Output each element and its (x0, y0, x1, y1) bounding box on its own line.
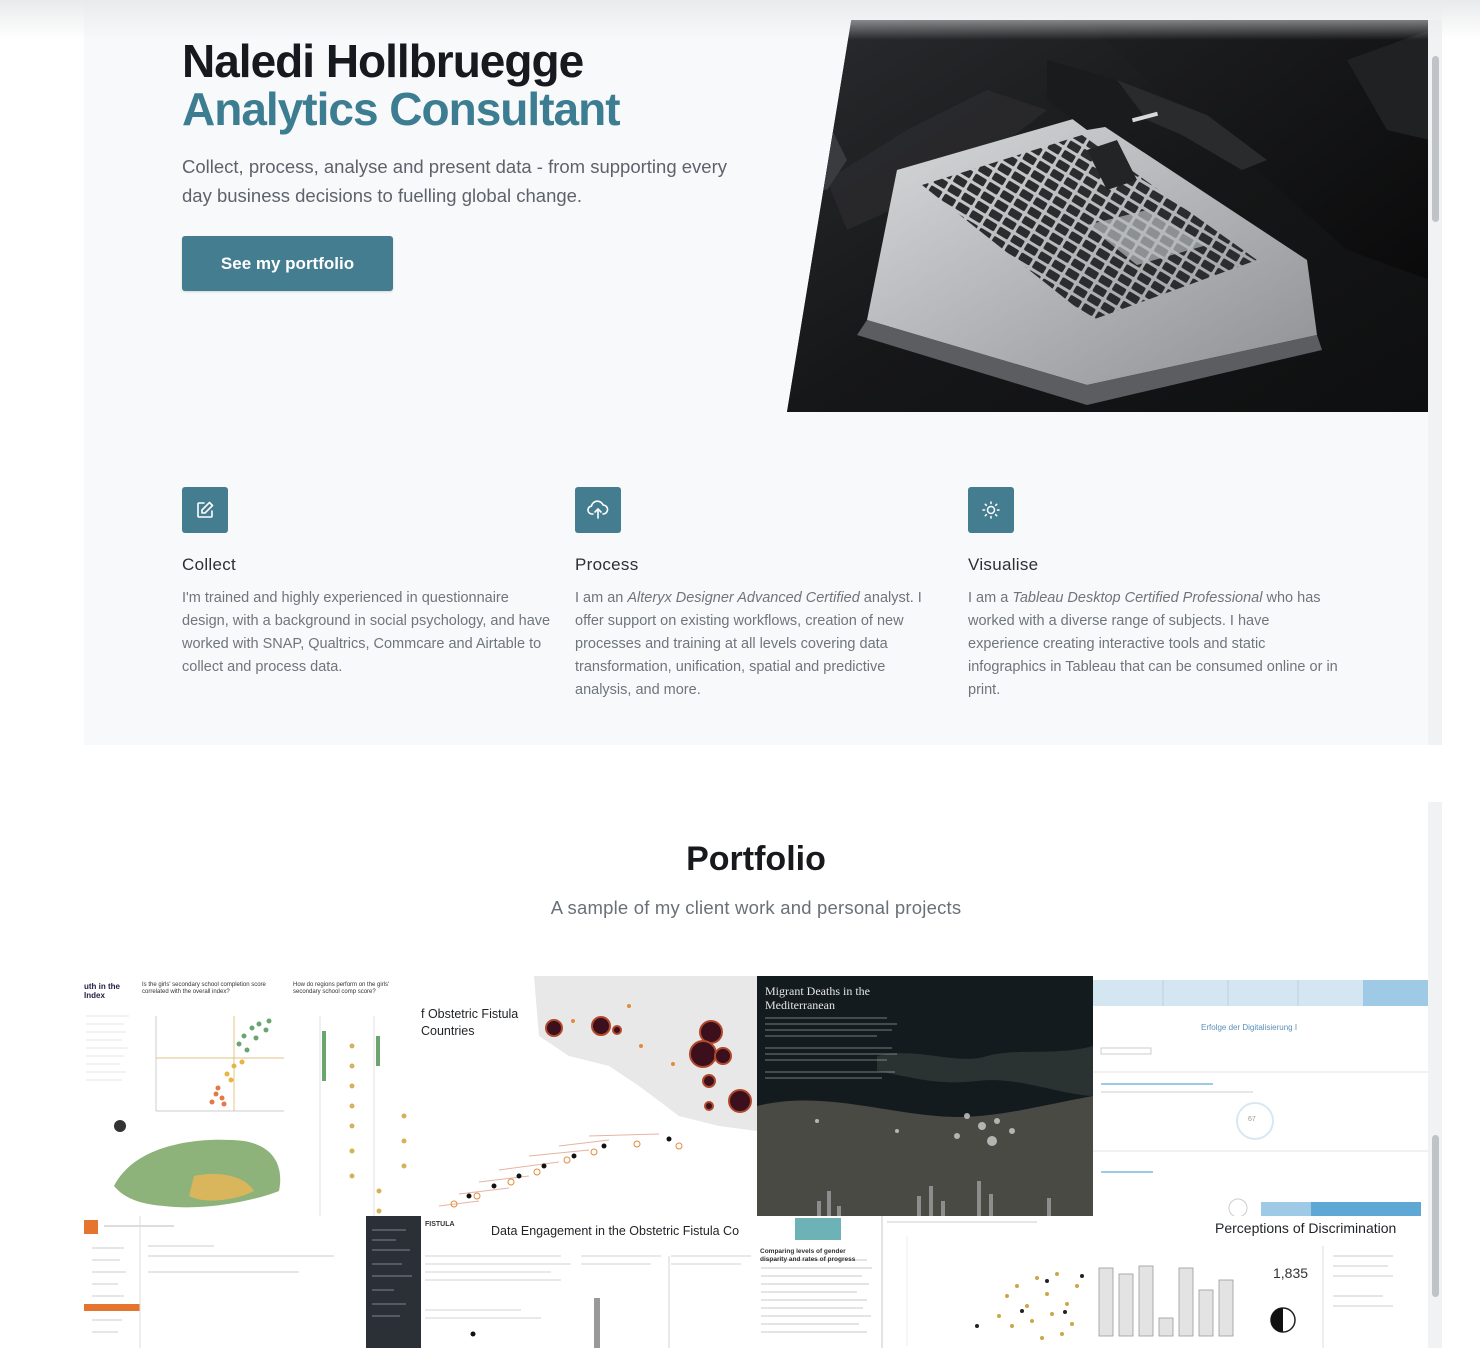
laptop-illustration (787, 20, 1430, 412)
portfolio-thumb-project-list[interactable] (84, 1216, 366, 1348)
thumb-graphics (887, 1221, 1084, 1346)
feature-title: Process (575, 555, 639, 574)
hero-tagline: Collect, process, analyse and present da… (182, 156, 728, 206)
see-portfolio-button[interactable]: See my portfolio (182, 236, 393, 291)
feature-description: I am an Alteryx Designer Advanced Certif… (575, 587, 945, 702)
portfolio-gallery: uth in the Index Is the girls' secondary… (84, 976, 1428, 1348)
feature-collect: Collect I'm trained and highly experienc… (182, 487, 552, 679)
portfolio-thumb-fistula-map[interactable]: f Obstetric Fistula Countries (419, 976, 757, 1221)
thumb-title: Migrant Deaths in the Mediterranean (765, 984, 870, 1012)
hero-role: Analytics Consultant (182, 83, 621, 135)
gauge-value: 67 (1248, 1116, 1256, 1123)
pencil-square-icon (182, 487, 228, 533)
portfolio-thumb-fistula-engagement[interactable]: FISTULA Data Engagement in the Obstetric… (421, 1216, 757, 1348)
portfolio-thumb-girls-index[interactable]: uth in the Index Is the girls' secondary… (84, 976, 419, 1221)
feature-desc-before: I am an (575, 590, 628, 606)
feature-desc-after: who has worked with a diverse range of s… (968, 590, 1338, 698)
hero-name: Naledi Hollbruegge (182, 35, 584, 87)
thumb-graphics (761, 1216, 883, 1348)
scrollbar-thumb-lower[interactable] (1432, 1135, 1439, 1297)
portfolio-thumb-dashboard[interactable]: Erfolge der Digitalisierung I 67 (1093, 976, 1428, 1221)
feature-desc-before: I am a (968, 590, 1013, 606)
portfolio-subtitle: A sample of my client work and personal … (550, 897, 962, 918)
thumb-graphics (86, 1015, 407, 1216)
thumb-title: Erfolge der Digitalisierung I (1201, 1023, 1298, 1032)
feature-visualise: Visualise I am a Tableau Desktop Certifi… (968, 487, 1338, 702)
lightbulb-icon (968, 487, 1014, 533)
cloud-upload-icon (575, 487, 621, 533)
portfolio-thumb-code[interactable] (366, 1216, 421, 1348)
portfolio-thumb-gender-disparity[interactable]: Comparing levels of gender disparity and… (757, 1216, 887, 1348)
thumb-graphics (425, 1255, 751, 1348)
hero-text: Naledi Hollbruegge Analytics Consultant … (182, 36, 762, 210)
feature-description: I am a Tableau Desktop Certified Profess… (968, 587, 1338, 702)
scrollbar-thumb[interactable] (1432, 56, 1439, 222)
portfolio-thumb-migrant-deaths[interactable]: Migrant Deaths in the Mediterranean (757, 976, 1093, 1221)
thumb-graphics (438, 976, 757, 1208)
thumb-graphics (84, 1216, 334, 1348)
portfolio-thumb-scatter[interactable] (887, 1216, 1093, 1348)
thumb-title: Comparing levels of gender disparity and… (760, 1248, 856, 1263)
portfolio-title: Portfolio (686, 840, 826, 878)
feature-desc-certification: Tableau Desktop Certified Professional (1012, 590, 1263, 606)
thumb-graphics (757, 976, 1093, 1221)
feature-description: I'm trained and highly experienced in qu… (182, 590, 551, 675)
hero-laptop-photo (787, 20, 1430, 412)
thumb-graphics (1093, 980, 1428, 1218)
feature-desc-certification: Alteryx Designer Advanced Certified (627, 590, 860, 606)
feature-title: Visualise (968, 555, 1039, 574)
thumb-graphics (372, 1229, 412, 1317)
feature-title: Collect (182, 555, 237, 574)
feature-desc-after: analyst. I offer support on existing wor… (575, 590, 922, 698)
feature-process: Process I am an Alteryx Designer Advance… (575, 487, 945, 702)
page: Naledi Hollbruegge Analytics Consultant … (0, 0, 1480, 1348)
thumb-title-discrimination: Perceptions of Discrimination (1215, 1220, 1397, 1236)
discrimination-value: 1,835 (1273, 1265, 1309, 1281)
